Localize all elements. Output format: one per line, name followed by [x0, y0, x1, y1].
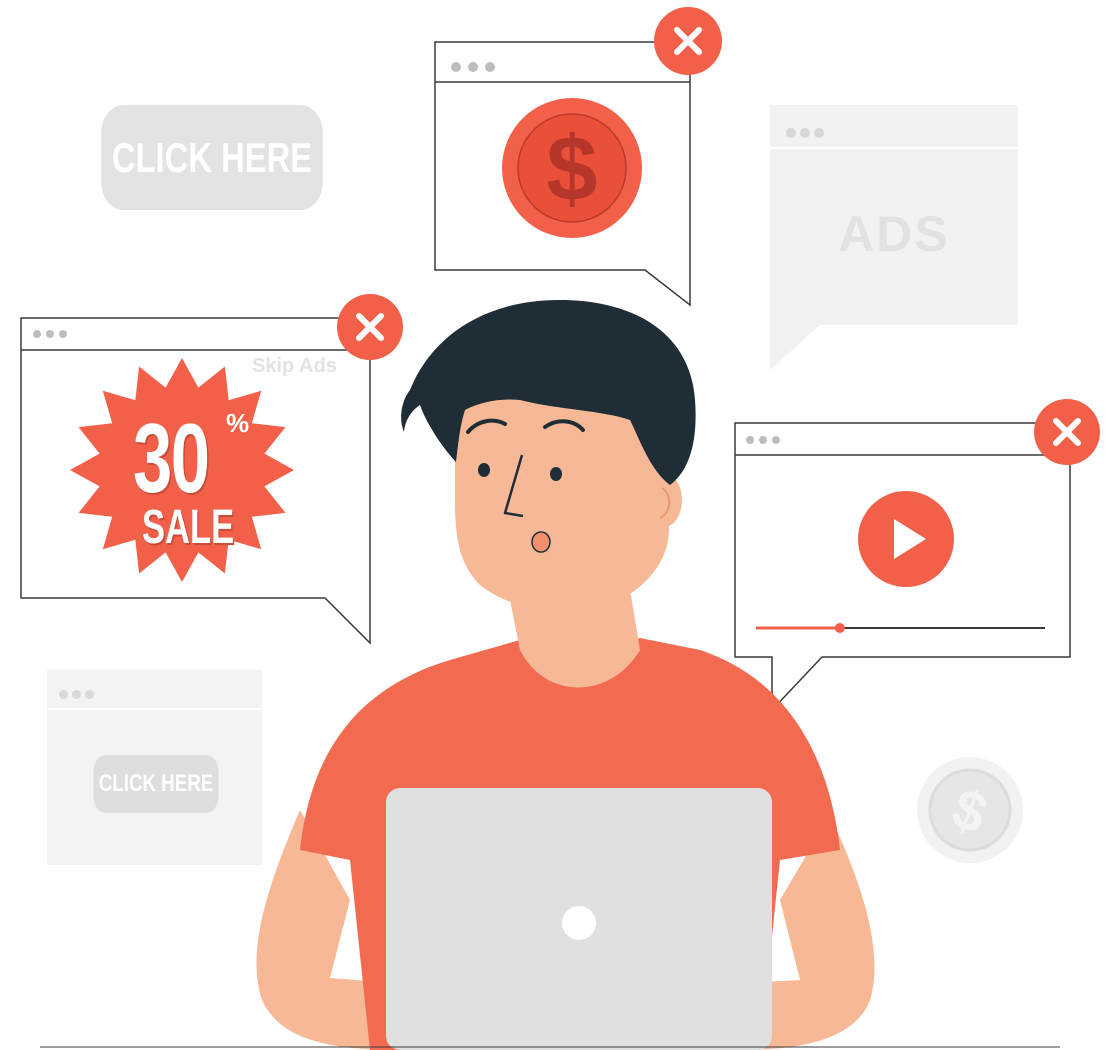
illustration-scene: CLICK HERE CLICK HERE ADS $ $ Skip Ads 3…	[0, 0, 1105, 1050]
discount-number: 30	[133, 403, 210, 513]
close-icon[interactable]	[1034, 399, 1100, 465]
dollar-coin-icon: $	[502, 98, 642, 238]
video-ad-popup	[734, 422, 1071, 712]
sale-label: SALE	[142, 501, 235, 554]
laptop	[386, 788, 772, 1050]
percent-sign: %	[226, 408, 250, 438]
laptop-logo	[562, 906, 596, 940]
progress-handle[interactable]	[834, 623, 845, 633]
skip-ads-label[interactable]: Skip Ads	[252, 355, 337, 378]
close-icon[interactable]	[654, 7, 722, 75]
dollar-ad-popup: $	[434, 41, 691, 307]
play-icon[interactable]	[858, 491, 954, 587]
svg-text:$: $	[546, 118, 597, 220]
close-icon[interactable]	[337, 294, 403, 360]
